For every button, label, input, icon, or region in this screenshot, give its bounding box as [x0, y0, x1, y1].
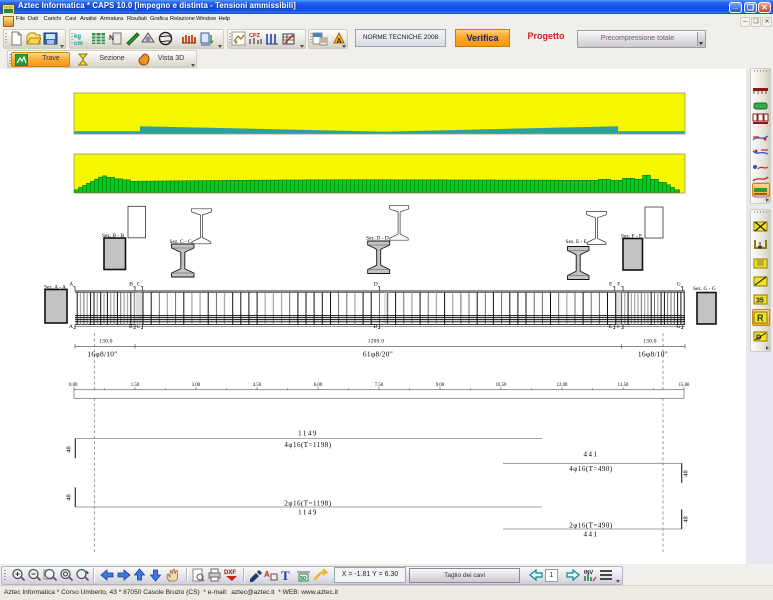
svg-text:T: T [281, 568, 290, 582]
svg-text:1149: 1149 [298, 430, 318, 438]
svg-text:DXF: DXF [224, 570, 236, 576]
svg-text:F: F [617, 282, 620, 288]
svg-text:A: A [337, 38, 342, 45]
svg-text:2φ16(T=490): 2φ16(T=490) [569, 521, 613, 529]
svg-text:G: G [677, 282, 681, 288]
svg-text:A: A [264, 570, 270, 579]
svg-text:12.00: 12.00 [557, 383, 568, 388]
svg-text:13.50: 13.50 [618, 383, 629, 388]
svg-text:4.50: 4.50 [253, 383, 262, 388]
svg-text:4φ16(T=490): 4φ16(T=490) [569, 465, 613, 473]
svg-text:A: A [69, 282, 73, 288]
svg-text:Sez. C - C: Sez. C - C [170, 239, 193, 245]
svg-text:B: B [129, 324, 133, 330]
svg-text:4φ16(T=1198): 4φ16(T=1198) [284, 441, 331, 449]
svg-text:6.00: 6.00 [314, 383, 323, 388]
svg-text:3.00: 3.00 [192, 383, 201, 388]
svg-text:10.50: 10.50 [496, 383, 507, 388]
svg-text:Sez. D - D: Sez. D - D [366, 236, 389, 242]
svg-text:16φ8/10": 16φ8/10" [87, 350, 117, 359]
svg-text:1.50: 1.50 [131, 383, 140, 388]
svg-text:48: 48 [66, 446, 73, 453]
svg-text:7.50: 7.50 [375, 383, 384, 388]
svg-text:CPZ: CPZ [249, 33, 261, 39]
svg-text:Sez. B - B: Sez. B - B [102, 233, 125, 239]
svg-text:N: N [109, 35, 114, 42]
svg-text:130.0: 130.0 [643, 338, 657, 344]
svg-text:48: 48 [683, 470, 690, 477]
svg-text:B: B [129, 282, 133, 288]
svg-text:F: F [617, 324, 620, 330]
svg-text:15.00: 15.00 [679, 383, 690, 388]
svg-text:Sez. E - E: Sez. E - E [566, 239, 588, 245]
svg-text:16φ8/10": 16φ8/10" [638, 350, 668, 359]
svg-text:441: 441 [584, 450, 599, 458]
svg-text:130.0: 130.0 [99, 338, 113, 344]
svg-text:48: 48 [66, 494, 73, 501]
svg-text:Sez. G - G: Sez. G - G [693, 286, 716, 292]
svg-text:cm: cm [74, 41, 83, 46]
svg-text:C: C [137, 282, 141, 288]
svg-text:0.00: 0.00 [69, 383, 78, 388]
svg-text:E: E [609, 282, 613, 288]
svg-text:2φ16(T=1198): 2φ16(T=1198) [284, 500, 331, 508]
svg-text:R: R [757, 313, 764, 323]
svg-text:1149: 1149 [298, 508, 318, 516]
svg-text:441: 441 [584, 530, 599, 538]
svg-text:50: 50 [300, 576, 306, 582]
svg-text:kg: kg [74, 34, 81, 40]
svg-text:Sez. F - F: Sez. F - F [621, 233, 642, 239]
svg-text:61φ8/20": 61φ8/20" [363, 350, 393, 359]
svg-text:C: C [137, 324, 141, 330]
svg-text:D: D [374, 324, 378, 330]
svg-text:D: D [374, 282, 378, 288]
svg-text:A: A [69, 324, 73, 330]
svg-text:9.00: 9.00 [436, 383, 445, 388]
svg-text:G: G [677, 324, 681, 330]
svg-text:48: 48 [683, 516, 690, 523]
svg-text:1200.0: 1200.0 [368, 338, 385, 344]
svg-text:35: 35 [756, 298, 764, 305]
